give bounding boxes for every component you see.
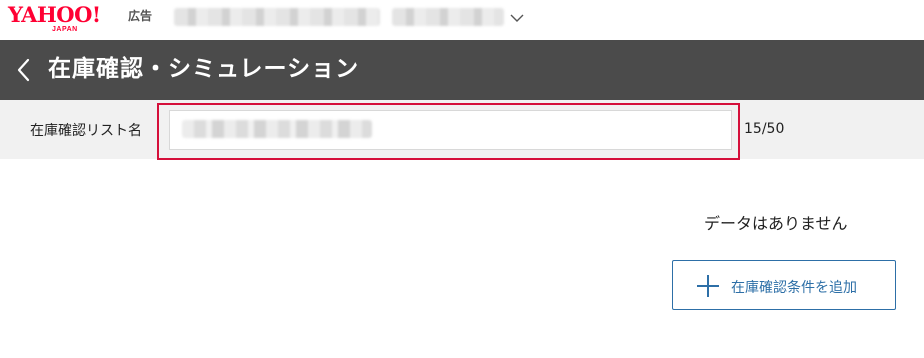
chevron-down-icon[interactable] — [509, 10, 525, 26]
logo-wordmark: YAHOO! — [8, 2, 101, 27]
logo-subtext: JAPAN — [52, 26, 78, 33]
add-condition-button[interactable]: 在庫確認条件を追加 — [672, 260, 896, 310]
account-id-redacted[interactable] — [392, 8, 504, 26]
account-name-redacted[interactable] — [174, 8, 380, 26]
list-name-row: 在庫確認リスト名 15/50 — [0, 100, 924, 160]
page-title: 在庫確認・シミュレーション — [48, 56, 360, 82]
page-title-bar: 在庫確認・シミュレーション — [0, 40, 924, 100]
yahoo-japan-logo[interactable]: YAHOO! JAPAN — [8, 4, 120, 34]
chevron-left-icon[interactable] — [14, 57, 34, 83]
list-name-label: 在庫確認リスト名 — [30, 123, 142, 139]
highlight-annotation — [157, 103, 740, 160]
empty-state-message: データはありません — [704, 214, 848, 233]
char-counter: 15/50 — [744, 121, 785, 137]
plus-icon — [697, 275, 719, 297]
add-condition-label: 在庫確認条件を追加 — [731, 280, 857, 296]
logo-suffix: 広告 — [128, 9, 153, 23]
top-header: YAHOO! JAPAN 広告 — [0, 0, 924, 40]
